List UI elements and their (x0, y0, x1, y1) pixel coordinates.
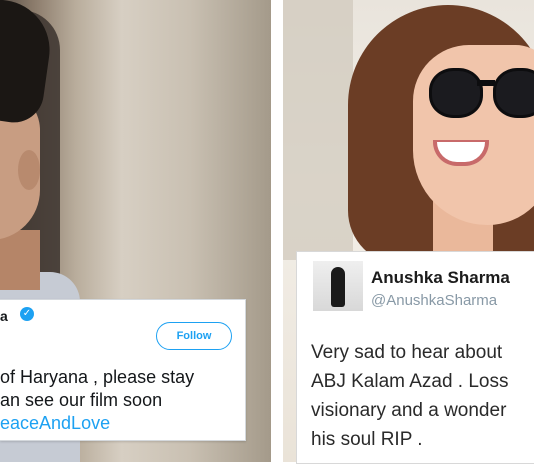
avatar-figure (331, 267, 345, 307)
panel-divider (271, 0, 283, 462)
tweet-author-handle[interactable]: @AnushkaSharma (371, 292, 497, 309)
sunglasses-right-lens (493, 68, 534, 118)
tweet-text-line-3: visionary and a wonder (311, 400, 507, 421)
tweet-text-line-1: of Haryana , please stay (0, 367, 195, 387)
right-tweet-card: Anushka Sharma @AnushkaSharma Very sad t… (296, 251, 534, 464)
tweet-hashtag[interactable]: eaceAndLove (0, 413, 110, 434)
tweet-text-line-1: Very sad to hear about (311, 342, 503, 363)
man-ear (18, 150, 40, 190)
tweet-text-line-2: an see our film soon (0, 390, 163, 410)
tweet-text-line-2: ABJ Kalam Azad . Loss (311, 371, 509, 392)
avatar[interactable] (313, 261, 363, 311)
tweet-author-name[interactable]: Anushka Sharma (371, 268, 510, 288)
follow-button[interactable]: Follow (156, 322, 232, 350)
tweet-author-name: a (0, 308, 8, 324)
left-tweet-card: a ✓ Follow of Haryana , please stay an s… (0, 299, 246, 441)
sunglasses-left-lens (429, 68, 483, 118)
tweet-text-line-4: his soul RIP . (311, 429, 423, 450)
background-shadow (283, 0, 353, 260)
man-neck (0, 230, 40, 290)
verified-badge-icon: ✓ (20, 307, 34, 321)
sunglasses-bridge (477, 80, 495, 86)
